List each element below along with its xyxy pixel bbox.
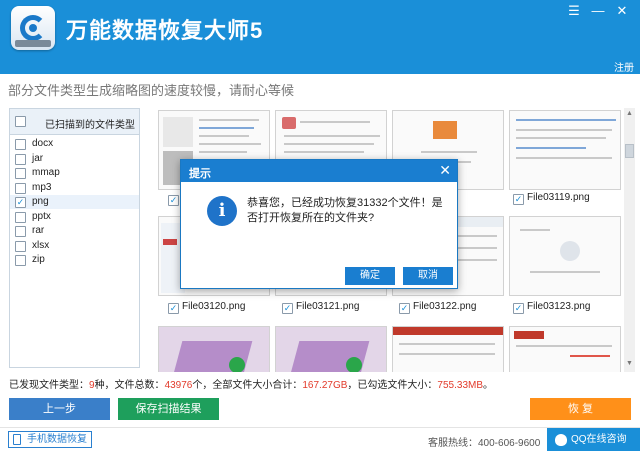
file-type-panel: 已扫描到的文件类型 docx jar mmap mp3 ✓ png pptx r… — [9, 108, 140, 368]
register-link[interactable]: 注册 — [614, 59, 634, 74]
file-type-checkbox[interactable] — [15, 226, 26, 237]
file-type-item-docx[interactable]: docx — [10, 137, 139, 151]
dialog-message: 恭喜您，已经成功恢复31332个文件！是否打开恢复所在的文件夹? — [247, 197, 443, 224]
mobile-recovery-link[interactable]: 手机数据恢复 — [8, 431, 92, 448]
file-type-item-png[interactable]: ✓ png — [10, 195, 139, 209]
app-title: 万能数据恢复大师5 — [66, 18, 264, 43]
thumbnail-filename[interactable]: ✓ File03119.png — [513, 192, 590, 205]
thumbnail-filename[interactable]: ✓ File03123.png — [513, 301, 590, 314]
file-type-label: xlsx — [32, 240, 50, 251]
file-type-label: mp3 — [32, 182, 52, 193]
thumbnail-image[interactable] — [275, 326, 387, 372]
file-type-label: jar — [32, 153, 44, 164]
thumbnail-image[interactable] — [509, 326, 621, 372]
file-type-item-zip[interactable]: zip — [10, 253, 139, 267]
minimize-icon[interactable]: — — [588, 2, 608, 20]
select-all-checkbox[interactable] — [15, 116, 26, 127]
save-scan-results-button[interactable]: 保存扫描结果 — [118, 398, 219, 420]
file-type-label: mmap — [32, 167, 60, 178]
file-type-label: png — [32, 196, 49, 207]
file-type-label: rar — [32, 225, 45, 236]
file-type-label: pptx — [32, 211, 51, 222]
file-type-item-mp3[interactable]: mp3 — [10, 181, 139, 195]
dialog-title: 提示 — [189, 168, 211, 180]
file-type-label: zip — [32, 254, 45, 265]
file-type-header-label: 已扫描到的文件类型 — [45, 120, 135, 131]
file-type-checkbox[interactable] — [15, 255, 26, 266]
info-icon: i — [207, 196, 237, 226]
total-size: 167.27GB — [302, 380, 348, 391]
dialog-cancel-button[interactable]: 取消 — [403, 267, 453, 285]
file-type-item-rar[interactable]: rar — [10, 224, 139, 238]
thumbnail-image[interactable] — [158, 326, 270, 372]
file-type-item-xlsx[interactable]: xlsx — [10, 239, 139, 253]
app-logo-icon — [11, 6, 55, 50]
thumbnail-filename[interactable]: ✓ File03120.png — [168, 301, 245, 314]
file-count: 43976 — [164, 380, 193, 391]
file-type-checkbox[interactable] — [15, 139, 26, 150]
thumbnail-checkbox: ✓ — [513, 194, 524, 205]
footer: 手机数据恢复 客服热线：400-606-9600 QQ在线咨询 — [0, 427, 640, 451]
scan-stats: 已发现文件类型：9种，文件总数：43976个，全部文件大小合计：167.27GB… — [9, 380, 494, 391]
file-type-item-pptx[interactable]: pptx — [10, 210, 139, 224]
selected-size: 755.33MB — [437, 380, 484, 391]
thumbnail-checkbox: ✓ — [513, 303, 524, 314]
file-type-item-mmap[interactable]: mmap — [10, 166, 139, 180]
thumbnail-image[interactable] — [509, 216, 621, 296]
file-type-checkbox[interactable] — [15, 154, 26, 165]
recovery-complete-dialog: 提示 ✕ i 恭喜您，已经成功恢复31332个文件！是否打开恢复所在的文件夹? … — [180, 159, 458, 289]
thumbnail-filename[interactable]: ✓ File03122.png — [399, 301, 476, 314]
title-bar: 万能数据恢复大师5 ☰ — ✕ 注册 — [0, 0, 640, 74]
scroll-thumb[interactable] — [625, 144, 634, 158]
thumbnail-filename[interactable]: ✓ File03121.png — [282, 301, 359, 314]
file-type-checkbox[interactable] — [15, 168, 26, 179]
qq-online-consult-button[interactable]: QQ在线咨询 — [547, 428, 640, 451]
previous-step-button[interactable]: 上一步 — [9, 398, 110, 420]
dialog-ok-button[interactable]: 确定 — [345, 267, 395, 285]
file-type-checkbox-checked[interactable]: ✓ — [15, 197, 26, 208]
gallery-scrollbar[interactable]: ▲ ▼ — [624, 108, 635, 372]
file-type-label: docx — [32, 138, 54, 149]
dialog-header: 提示 ✕ — [181, 160, 457, 182]
file-type-header: 已扫描到的文件类型 — [10, 109, 139, 135]
recover-button[interactable]: 恢 复 — [530, 398, 631, 420]
file-type-checkbox[interactable] — [15, 241, 26, 252]
file-type-checkbox[interactable] — [15, 212, 26, 223]
thumbnail-checkbox: ✓ — [168, 303, 179, 314]
thumbnail-checkbox: ✓ — [399, 303, 410, 314]
scroll-down-icon[interactable]: ▼ — [625, 360, 634, 370]
file-type-checkbox[interactable] — [15, 183, 26, 194]
scroll-up-icon[interactable]: ▲ — [625, 110, 634, 120]
file-type-item-jar[interactable]: jar — [10, 152, 139, 166]
thumbnail-notice: 部分文件类型生成缩略图的速度较慢，请耐心等候 — [8, 83, 295, 98]
qq-icon — [555, 434, 567, 446]
menu-icon[interactable]: ☰ — [564, 2, 584, 20]
phone-icon — [13, 434, 21, 445]
thumbnail-image[interactable] — [392, 326, 504, 372]
close-window-icon[interactable]: ✕ — [612, 2, 632, 20]
thumbnail-image[interactable] — [509, 110, 621, 190]
dialog-close-icon[interactable]: ✕ — [439, 162, 451, 179]
service-hotline: 客服热线：400-606-9600 — [428, 438, 541, 449]
thumbnail-checkbox: ✓ — [282, 303, 293, 314]
